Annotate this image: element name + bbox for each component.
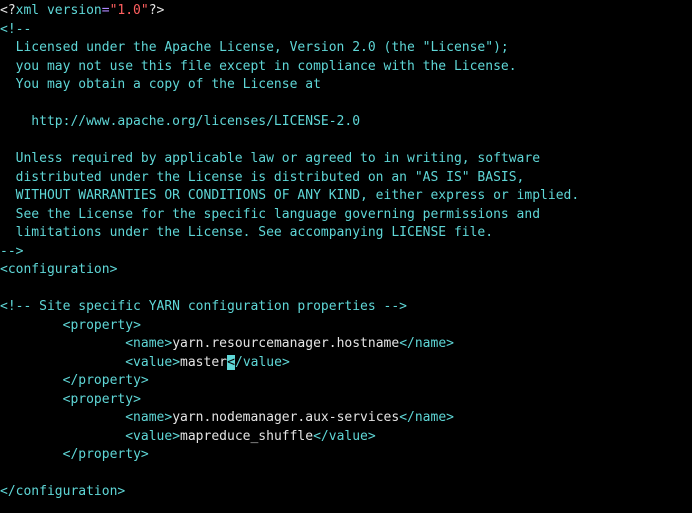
property-close-tag: </property>	[63, 447, 149, 462]
license-line: distributed under the License is distrib…	[0, 170, 524, 185]
indent	[0, 355, 125, 370]
property-open-tag: <property>	[63, 392, 141, 407]
license-line: You may obtain a copy of the License at	[0, 77, 321, 92]
property-open-tag: <property>	[63, 318, 141, 333]
name-close-tag: </name>	[399, 410, 454, 425]
xml-decl-version: "1.0"	[110, 3, 149, 18]
license-line: you may not use this file except in comp…	[0, 59, 517, 74]
property-value: mapreduce_shuffle	[180, 429, 313, 444]
indent	[0, 373, 63, 388]
indent	[0, 447, 63, 462]
indent	[0, 410, 125, 425]
xml-decl-open: <?	[0, 3, 16, 18]
license-line: http://www.apache.org/licenses/LICENSE-2…	[0, 114, 360, 129]
license-line: WITHOUT WARRANTIES OR CONDITIONS OF ANY …	[0, 188, 579, 203]
configuration-open-tag: <configuration>	[0, 262, 117, 277]
property-name-value: yarn.resourcemanager.hostname	[172, 336, 399, 351]
xml-code-view[interactable]: <?xml version="1.0"?> <!-- Licensed unde…	[0, 0, 692, 502]
value-close-partial: /value>	[235, 355, 290, 370]
xml-decl-name: xml version	[16, 3, 102, 18]
value-open-tag: <value>	[125, 355, 180, 370]
value-close-tag: </value>	[313, 429, 376, 444]
indent	[0, 336, 125, 351]
configuration-close-tag: </configuration>	[0, 484, 125, 499]
text-cursor: <	[227, 355, 235, 370]
name-close-tag: </name>	[399, 336, 454, 351]
property-value: master	[180, 355, 227, 370]
name-open-tag: <name>	[125, 410, 172, 425]
value-open-tag: <value>	[125, 429, 180, 444]
site-comment: <!-- Site specific YARN configuration pr…	[0, 299, 407, 314]
license-line: See the License for the specific languag…	[0, 207, 540, 222]
indent	[0, 392, 63, 407]
license-comment-close: -->	[0, 244, 23, 259]
license-line: limitations under the License. See accom…	[0, 225, 493, 240]
indent	[0, 318, 63, 333]
xml-decl-eq: =	[102, 3, 110, 18]
xml-decl-close: ?>	[149, 3, 165, 18]
license-comment-open: <!--	[0, 22, 31, 37]
property-close-tag: </property>	[63, 373, 149, 388]
indent	[0, 429, 125, 444]
license-line: Licensed under the Apache License, Versi…	[0, 40, 509, 55]
name-open-tag: <name>	[125, 336, 172, 351]
property-name-value: yarn.nodemanager.aux-services	[172, 410, 399, 425]
license-line: Unless required by applicable law or agr…	[0, 151, 540, 166]
